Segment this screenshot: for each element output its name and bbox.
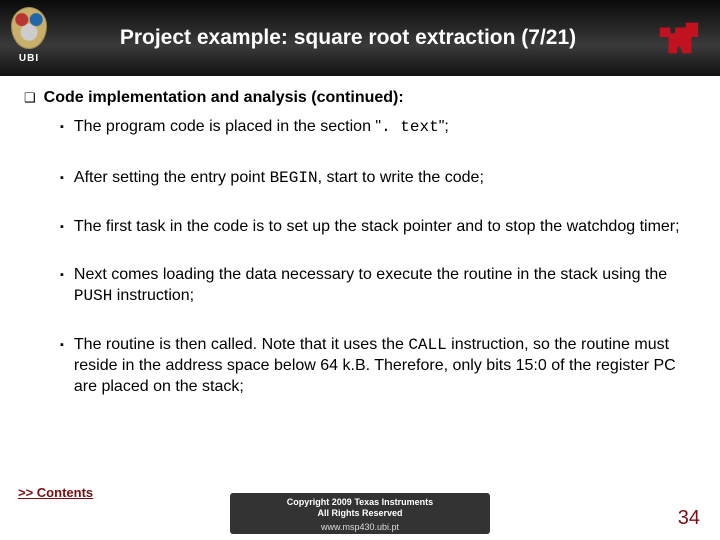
ti-logo-icon <box>652 11 706 65</box>
page-number: 34 <box>678 507 700 530</box>
list-item: ▪ The first task in the code is to set u… <box>60 217 696 238</box>
square-bullet-icon: ❑ <box>24 88 36 109</box>
slide: UBI Project example: square root extract… <box>0 0 720 540</box>
crest-icon <box>11 7 47 49</box>
copyright-line1: Copyright 2009 Texas Instruments <box>236 497 484 507</box>
code-span: . text <box>381 118 439 136</box>
ubi-label: UBI <box>19 53 39 64</box>
list-item: ▪ Next comes loading the data necessary … <box>60 265 696 307</box>
ubi-emblem: UBI <box>4 7 54 69</box>
text-post: "; <box>439 118 449 135</box>
list-item-text: After setting the entry point BEGIN, sta… <box>74 168 484 189</box>
list-item: ▪ The program code is placed in the sect… <box>60 117 696 138</box>
body-heading-row: ❑ Code implementation and analysis (cont… <box>24 88 696 109</box>
list-item: ▪ The routine is then called. Note that … <box>60 335 696 397</box>
code-span: PUSH <box>74 287 112 305</box>
text-post: instruction; <box>112 287 194 304</box>
text-pre: The program code is placed in the sectio… <box>74 118 381 135</box>
square-bullet-icon: ▪ <box>60 217 64 238</box>
list-item-text: The routine is then called. Note that it… <box>74 335 696 397</box>
list-item-text: The program code is placed in the sectio… <box>74 117 449 138</box>
slide-body: ❑ Code implementation and analysis (cont… <box>0 76 720 540</box>
slide-title: Project example: square root extraction … <box>54 25 652 51</box>
contents-link[interactable]: >> Contents <box>18 485 93 500</box>
text-post: , start to write the code; <box>318 169 484 186</box>
copyright-box: Copyright 2009 Texas Instruments All Rig… <box>230 493 490 534</box>
site-url: www.msp430.ubi.pt <box>236 522 484 532</box>
text-pre: After setting the entry point <box>74 169 270 186</box>
code-span: BEGIN <box>270 169 318 187</box>
slide-footer: >> Contents Copyright 2009 Texas Instrum… <box>0 484 720 540</box>
square-bullet-icon: ▪ <box>60 335 64 397</box>
copyright-line2: All Rights Reserved <box>236 508 484 518</box>
text-pre: Next comes loading the data necessary to… <box>74 266 667 283</box>
list-item-text: Next comes loading the data necessary to… <box>74 265 696 307</box>
list-item-text: The first task in the code is to set up … <box>74 217 680 238</box>
code-span: CALL <box>408 336 446 354</box>
square-bullet-icon: ▪ <box>60 168 64 189</box>
slide-header: UBI Project example: square root extract… <box>0 0 720 76</box>
text-pre: The routine is then called. Note that it… <box>74 336 408 353</box>
text-pre: The first task in the code is to set up … <box>74 218 680 235</box>
square-bullet-icon: ▪ <box>60 117 64 138</box>
body-heading: Code implementation and analysis (contin… <box>44 88 404 109</box>
list-item: ▪ After setting the entry point BEGIN, s… <box>60 168 696 189</box>
square-bullet-icon: ▪ <box>60 265 64 307</box>
